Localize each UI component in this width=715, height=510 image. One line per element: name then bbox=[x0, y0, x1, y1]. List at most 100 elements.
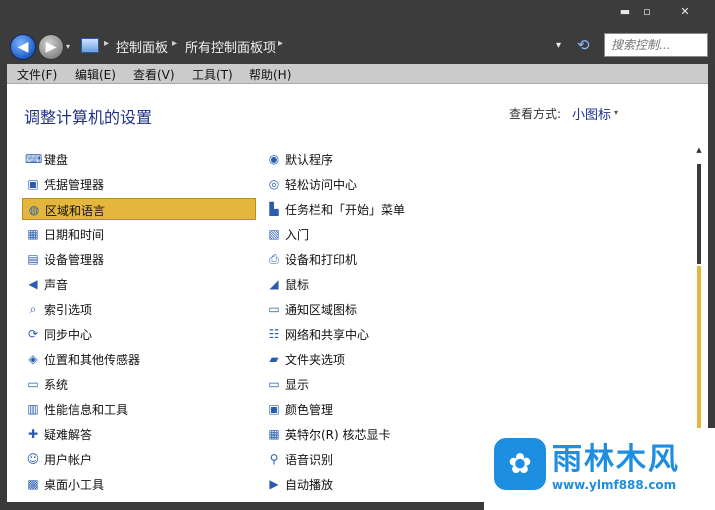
control-panel-item-label: 默认程序 bbox=[285, 153, 334, 167]
search-input[interactable] bbox=[605, 34, 707, 56]
network-icon: ☷ bbox=[268, 327, 280, 341]
credential-icon: ▣ bbox=[27, 177, 39, 191]
control-panel-item[interactable]: ▙ 任务栏和「开始」菜单 bbox=[263, 198, 497, 220]
view-by-dropdown[interactable]: 小图标 bbox=[572, 104, 611, 123]
control-panel-item[interactable]: ⎙ 设备和打印机 bbox=[263, 248, 497, 270]
taskbar-icon: ▙ bbox=[269, 202, 279, 216]
microphone-icon: ⚲ bbox=[269, 452, 279, 466]
control-panel-icon bbox=[81, 38, 99, 53]
control-panel-item[interactable]: ◍ 区域和语言 bbox=[22, 198, 256, 220]
printer-icon: ⎙ bbox=[269, 252, 279, 266]
user-icon: ☺ bbox=[26, 452, 40, 466]
back-button[interactable]: ◀ bbox=[10, 34, 36, 60]
control-panel-item-label: 鼠标 bbox=[285, 278, 310, 292]
control-panel-item[interactable]: ☷ 网络和共享中心 bbox=[263, 323, 497, 345]
getting-started-icon: ▧ bbox=[268, 227, 280, 241]
control-panel-item[interactable]: ◀ 声音 bbox=[22, 273, 256, 295]
watermark-url: www.ylmf888.com bbox=[552, 478, 677, 492]
control-panel-item[interactable]: ▣ 颜色管理 bbox=[263, 398, 497, 420]
control-panel-item-label: 设备管理器 bbox=[44, 253, 105, 267]
control-panel-item-label: 索引选项 bbox=[44, 303, 93, 317]
notification-icon: ▭ bbox=[268, 302, 280, 316]
control-panel-item[interactable]: ◢ 鼠标 bbox=[263, 273, 497, 295]
address-dropdown-icon[interactable]: ▾ bbox=[556, 40, 561, 51]
control-panel-item-label: 区域和语言 bbox=[45, 204, 106, 218]
back-arrow-icon: ◀ bbox=[17, 39, 29, 55]
menu-edit[interactable]: 编辑(E) bbox=[75, 66, 116, 83]
control-panel-item-label: 颜色管理 bbox=[285, 403, 334, 417]
refresh-icon[interactable]: ⟲ bbox=[577, 36, 590, 54]
index-icon: ⌕ bbox=[29, 302, 37, 316]
control-panel-item-label: 性能信息和工具 bbox=[44, 403, 129, 417]
control-panel-item[interactable]: ▭ 显示 bbox=[263, 373, 497, 395]
control-panel-item-label: 同步中心 bbox=[44, 328, 93, 342]
control-panel-item-label: 日期和时间 bbox=[44, 228, 105, 242]
menu-file[interactable]: 文件(F) bbox=[17, 66, 57, 83]
color-management-icon: ▣ bbox=[268, 402, 280, 416]
device-manager-icon: ▤ bbox=[27, 252, 39, 266]
control-panel-item[interactable]: ☺ 用户帐户 bbox=[22, 448, 256, 470]
control-panel-item-label: 凭据管理器 bbox=[44, 178, 105, 192]
view-by-arrow-icon[interactable]: ▾ bbox=[614, 108, 618, 117]
performance-icon: ▥ bbox=[27, 402, 39, 416]
control-panel-item[interactable]: ◎ 轻松访问中心 bbox=[263, 173, 497, 195]
control-panel-item-label: 疑难解答 bbox=[44, 428, 93, 442]
control-panel-item-label: 键盘 bbox=[44, 153, 69, 167]
breadcrumb-all-items[interactable]: 所有控制面板项 bbox=[185, 37, 276, 56]
history-dropdown-icon[interactable]: ▾ bbox=[66, 42, 70, 51]
control-panel-item[interactable]: ⚲ 语音识别 bbox=[263, 448, 497, 470]
control-panel-item[interactable]: ▧ 入门 bbox=[263, 223, 497, 245]
navigation-bar: ◀ ▶ ▾ ▸ 控制面板 ▸ 所有控制面板项 ▸ ▾ ⟲ bbox=[0, 28, 715, 64]
control-panel-item-label: 文件夹选项 bbox=[285, 353, 346, 367]
intel-graphics-icon: ▦ bbox=[268, 427, 280, 441]
control-panel-item-label: 语音识别 bbox=[285, 453, 334, 467]
display-icon: ▭ bbox=[268, 377, 280, 391]
title-bar: ▬ ▫ ✕ bbox=[0, 0, 715, 28]
control-panel-item[interactable]: ◉ 默认程序 bbox=[263, 148, 497, 170]
control-panel-item[interactable]: ▭ 系统 bbox=[22, 373, 256, 395]
control-panel-item[interactable]: ▰ 文件夹选项 bbox=[263, 348, 497, 370]
breadcrumb-separator-icon[interactable]: ▸ bbox=[172, 38, 177, 49]
accessibility-icon: ◎ bbox=[268, 177, 280, 191]
breadcrumb-separator-icon[interactable]: ▸ bbox=[104, 38, 109, 49]
default-programs-icon: ◉ bbox=[268, 152, 280, 166]
gadget-icon: ▩ bbox=[27, 477, 39, 491]
watermark-logo-icon: ✿ bbox=[494, 438, 546, 490]
maximize-button[interactable]: ▫ bbox=[630, 0, 664, 24]
control-panel-item[interactable]: ⌕ 索引选项 bbox=[22, 298, 256, 320]
control-panel-item-label: 网络和共享中心 bbox=[285, 328, 370, 342]
breadcrumb-control-panel[interactable]: 控制面板 bbox=[116, 37, 168, 56]
control-panel-item[interactable]: ▩ 桌面小工具 bbox=[22, 473, 256, 495]
control-panel-item-label: 桌面小工具 bbox=[44, 478, 105, 492]
folder-icon: ▰ bbox=[269, 352, 279, 366]
system-icon: ▭ bbox=[27, 377, 39, 391]
close-button[interactable]: ✕ bbox=[668, 0, 702, 24]
control-panel-item[interactable]: ▦ 英特尔(R) 核芯显卡 bbox=[263, 423, 497, 445]
control-panel-item[interactable]: ▣ 凭据管理器 bbox=[22, 173, 256, 195]
forward-button[interactable]: ▶ bbox=[38, 34, 64, 60]
control-panel-item[interactable]: ▶ 自动播放 bbox=[263, 473, 497, 495]
breadcrumb-separator-icon[interactable]: ▸ bbox=[278, 38, 283, 49]
control-panel-item-label: 用户帐户 bbox=[44, 453, 93, 467]
search-box[interactable] bbox=[604, 33, 708, 57]
control-panel-item[interactable]: ✚ 疑难解答 bbox=[22, 423, 256, 445]
scrollbar-track[interactable] bbox=[697, 164, 701, 264]
control-panel-item-label: 任务栏和「开始」菜单 bbox=[285, 203, 406, 217]
control-panel-item-label: 入门 bbox=[285, 228, 310, 242]
scroll-up-arrow-icon[interactable]: ▲ bbox=[694, 146, 704, 156]
sensor-icon: ◈ bbox=[28, 352, 38, 366]
troubleshoot-icon: ✚ bbox=[27, 427, 39, 441]
control-panel-item[interactable]: ▦ 日期和时间 bbox=[22, 223, 256, 245]
control-panel-item[interactable]: ⟳ 同步中心 bbox=[22, 323, 256, 345]
menu-help[interactable]: 帮助(H) bbox=[249, 66, 291, 83]
control-panel-item[interactable]: ⌨ 键盘 bbox=[22, 148, 256, 170]
control-panel-item[interactable]: ▤ 设备管理器 bbox=[22, 248, 256, 270]
mouse-icon: ◢ bbox=[269, 277, 279, 291]
menu-bar: 文件(F) 编辑(E) 查看(V) 工具(T) 帮助(H) bbox=[7, 64, 708, 84]
control-panel-item[interactable]: ▥ 性能信息和工具 bbox=[22, 398, 256, 420]
menu-view[interactable]: 查看(V) bbox=[133, 66, 175, 83]
autoplay-icon: ▶ bbox=[269, 477, 279, 491]
control-panel-item[interactable]: ◈ 位置和其他传感器 bbox=[22, 348, 256, 370]
control-panel-item[interactable]: ▭ 通知区域图标 bbox=[263, 298, 497, 320]
menu-tools[interactable]: 工具(T) bbox=[192, 66, 233, 83]
